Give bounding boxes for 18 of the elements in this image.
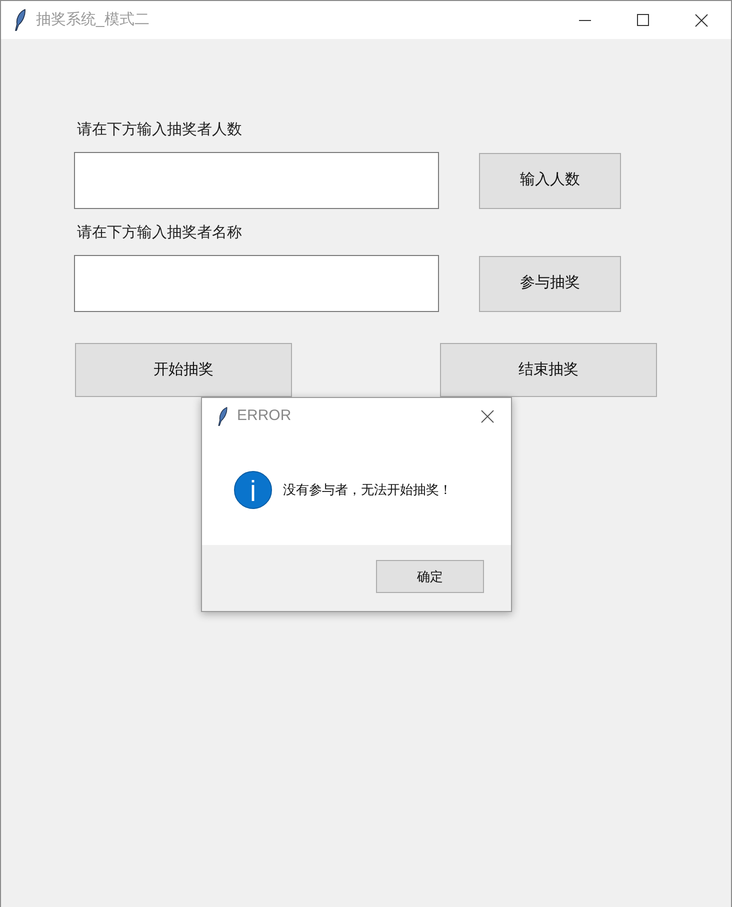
close-icon <box>480 410 494 423</box>
window-title: 抽奖系统_模式二 <box>36 10 150 30</box>
feather-icon <box>14 9 26 31</box>
dialog-title: ERROR <box>237 406 292 426</box>
maximize-icon <box>637 14 649 26</box>
action-button[interactable]: 开始抽奖 <box>75 343 292 397</box>
input-button[interactable]: 参与抽奖 <box>479 256 621 312</box>
feather-icon <box>217 407 228 426</box>
input-field[interactable] <box>74 152 439 209</box>
ok-button[interactable]: 确定 <box>376 560 484 593</box>
input-button[interactable]: 输入人数 <box>479 152 621 208</box>
field-label: 请在下方输入抽奖者名称 <box>77 223 242 243</box>
input-field[interactable] <box>74 255 439 312</box>
close-icon <box>694 14 708 26</box>
dialog-message: 没有参与者，无法开始抽奖！ <box>283 481 452 500</box>
info-icon <box>234 471 272 509</box>
field-label: 请在下方输入抽奖者人数 <box>77 120 242 140</box>
action-button[interactable]: 结束抽奖 <box>440 343 657 397</box>
